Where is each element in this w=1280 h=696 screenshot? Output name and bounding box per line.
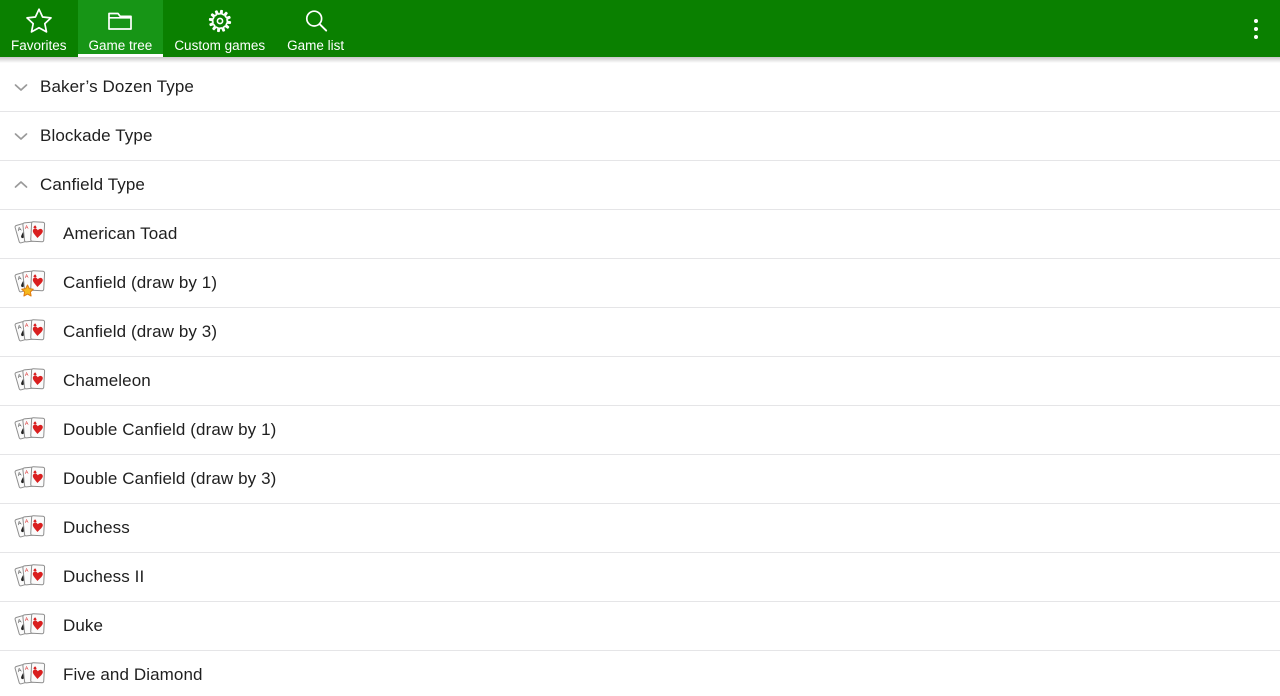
- chevron-down-icon[interactable]: [5, 76, 37, 98]
- game-label: Duchess: [63, 518, 130, 537]
- tab-active-indicator: [163, 54, 276, 57]
- game-tree-list: Baker’s Dozen Type Blockade Type Canfield …: [0, 63, 1280, 696]
- overflow-menu-button[interactable]: [1232, 0, 1280, 57]
- playing-cards-icon: AA: [14, 464, 48, 494]
- tab-active-indicator: [276, 54, 355, 57]
- gear-icon: [205, 6, 235, 36]
- group-label: Canfield Type: [40, 175, 145, 194]
- more-vert-icon-dot: [1254, 34, 1258, 39]
- tab-active-indicator: [0, 54, 78, 57]
- game-row-five-and-diamond[interactable]: A A Five and Diamond: [0, 651, 1280, 696]
- playing-cards-icon: AA: [14, 219, 48, 249]
- playing-cards-icon: AA: [14, 562, 48, 592]
- playing-cards-icon: AA: [14, 415, 48, 445]
- playing-cards-icon: AA: [14, 317, 48, 347]
- playing-cards-favorite-icon: AA: [14, 268, 48, 298]
- game-row-canfield-draw-by-3[interactable]: A A Canfield (draw by 3): [0, 308, 1280, 357]
- game-label: Duchess II: [63, 567, 145, 586]
- folder-icon: [105, 6, 135, 36]
- playing-cards-icon: AA: [14, 513, 48, 543]
- tab-label: Game list: [287, 38, 345, 53]
- game-label: Five and Diamond: [63, 665, 203, 684]
- game-label: American Toad: [63, 224, 178, 243]
- group-row-baker-s-dozen-type[interactable]: Baker’s Dozen Type: [0, 63, 1280, 112]
- tab-label: Custom games: [174, 38, 266, 53]
- game-row-american-toad[interactable]: A A American Toad: [0, 210, 1280, 259]
- tab-game-tree[interactable]: Game tree: [77, 0, 164, 57]
- game-label: Canfield (draw by 1): [63, 273, 218, 292]
- group-label: Blockade Type: [40, 126, 153, 145]
- playing-cards-icon: AA: [14, 611, 48, 641]
- game-row-duke[interactable]: A A Duke: [0, 602, 1280, 651]
- game-row-duchess[interactable]: A A Duchess: [0, 504, 1280, 553]
- game-label: Chameleon: [63, 371, 151, 390]
- game-row-double-canfield-draw-by-3[interactable]: A A Double Canfield (draw by 3): [0, 455, 1280, 504]
- group-row-blockade-type[interactable]: Blockade Type: [0, 112, 1280, 161]
- playing-cards-icon: AA: [14, 660, 48, 690]
- tab-strip: Favorites Game tree Custom games Game list: [0, 0, 355, 57]
- tab-label: Favorites: [11, 38, 67, 53]
- game-row-chameleon[interactable]: A A Chameleon: [0, 357, 1280, 406]
- group-label: Baker’s Dozen Type: [40, 77, 194, 96]
- more-vert-icon-dot: [1254, 18, 1258, 23]
- tab-label: Game tree: [88, 38, 153, 53]
- game-row-double-canfield-draw-by-1[interactable]: A A Double Canfield (draw by 1): [0, 406, 1280, 455]
- tab-custom-games[interactable]: Custom games: [163, 0, 276, 57]
- star-icon: [24, 6, 54, 36]
- playing-cards-icon: AA: [14, 366, 48, 396]
- group-row-canfield-type[interactable]: Canfield Type: [0, 161, 1280, 210]
- game-row-duchess-ii[interactable]: A A Duchess II: [0, 553, 1280, 602]
- app-bar: Favorites Game tree Custom games Game list: [0, 0, 1280, 57]
- game-row-canfield-draw-by-1[interactable]: A A Canfield (draw by 1): [0, 259, 1280, 308]
- tab-favorites[interactable]: Favorites: [0, 0, 78, 57]
- game-label: Double Canfield (draw by 1): [63, 420, 277, 439]
- tab-active-indicator: [77, 54, 164, 57]
- tab-game-list[interactable]: Game list: [276, 0, 355, 57]
- chevron-down-icon[interactable]: [5, 125, 37, 147]
- search-icon: [301, 6, 331, 36]
- chevron-up-icon[interactable]: [5, 174, 37, 196]
- game-label: Duke: [63, 616, 104, 635]
- game-label: Canfield (draw by 3): [63, 322, 218, 341]
- game-label: Double Canfield (draw by 3): [63, 469, 277, 488]
- more-vert-icon-dot: [1254, 26, 1258, 31]
